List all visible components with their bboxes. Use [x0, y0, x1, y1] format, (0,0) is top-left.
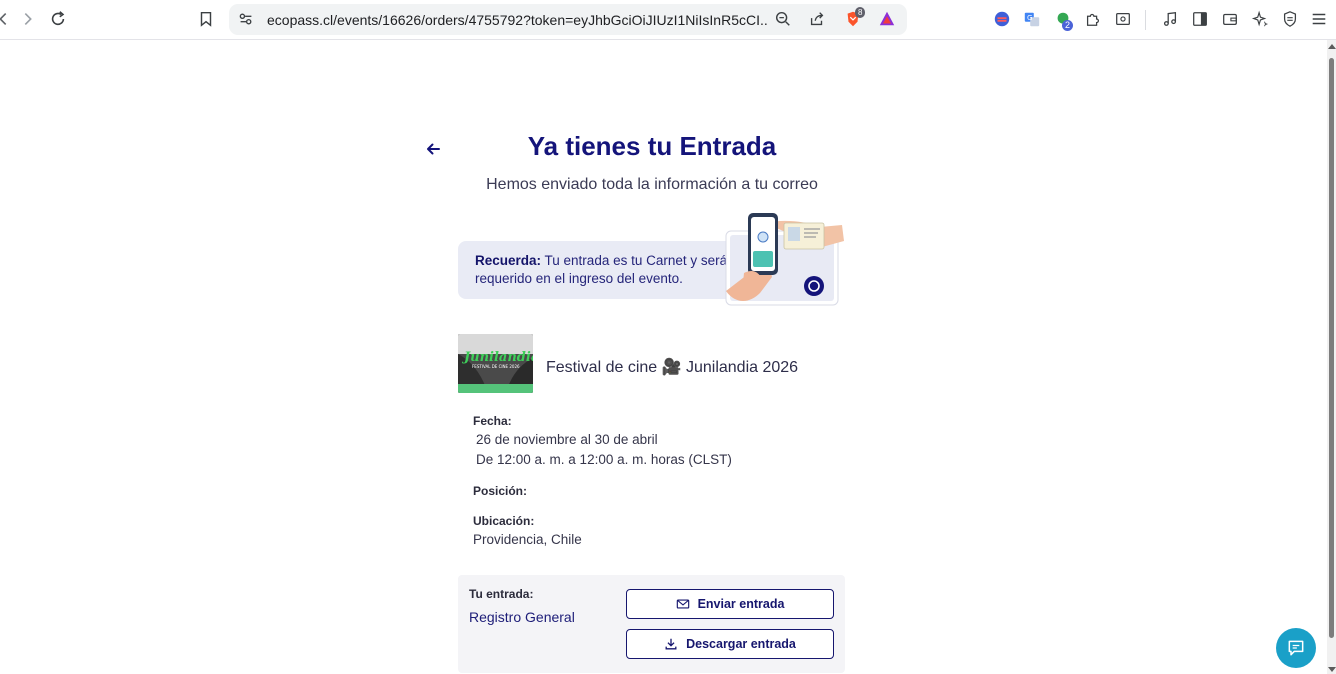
- page-subtitle: Hemos enviado toda la información a tu c…: [486, 176, 818, 193]
- brave-rewards-icon[interactable]: [876, 8, 898, 30]
- reload-icon[interactable]: [47, 8, 69, 30]
- event-thumb-title: Junilandia: [461, 350, 533, 365]
- download-icon: [665, 638, 677, 650]
- send-ticket-button[interactable]: Enviar entrada: [626, 589, 834, 619]
- mail-icon: [676, 599, 689, 609]
- extension-colorful-icon[interactable]: [991, 8, 1013, 30]
- ticket-label: Tu entrada:: [469, 587, 534, 601]
- extension-badge: 2: [1062, 20, 1074, 31]
- chat-button[interactable]: [1276, 628, 1316, 668]
- event-thumb-subtitle: FESTIVAL DE CINE 2026: [472, 364, 520, 369]
- ubicacion-label: Ubicación:: [473, 514, 535, 528]
- bookmark-icon[interactable]: [195, 8, 217, 30]
- scroll-up-arrow[interactable]: [1328, 44, 1336, 49]
- url-text[interactable]: ecopass.cl/events/16626/orders/4755792?t…: [267, 12, 767, 28]
- zoom-icon[interactable]: [772, 8, 794, 30]
- reminder-bold: Recuerda:: [475, 253, 542, 268]
- svg-text:G: G: [1027, 13, 1033, 22]
- event-thumbnail: Junilandia FESTIVAL DE CINE 2026: [458, 334, 533, 393]
- ubicacion-value: Providencia, Chile: [473, 532, 582, 547]
- ticket-panel: Tu entrada: Registro General Enviar entr…: [458, 575, 845, 673]
- fecha-dates: 26 de noviembre al 30 de abril: [476, 432, 658, 447]
- back-nav-icon[interactable]: [0, 8, 14, 30]
- send-ticket-label: Enviar entrada: [697, 597, 785, 611]
- scrollbar-thumb[interactable]: [1329, 58, 1334, 638]
- share-icon[interactable]: [806, 8, 828, 30]
- menu-hamburger-icon[interactable]: [1308, 8, 1330, 30]
- wallet-icon[interactable]: [1219, 8, 1241, 30]
- toolbar-divider: [1145, 10, 1146, 30]
- address-bar[interactable]: ecopass.cl/events/16626/orders/4755792?t…: [229, 4, 907, 35]
- reminder-text: Recuerda: Tu entrada es tu Carnet y será…: [475, 252, 735, 288]
- forward-nav-icon[interactable]: [17, 8, 39, 30]
- media-music-icon[interactable]: [1159, 8, 1181, 30]
- phone-ticket-illustration: [724, 213, 844, 307]
- site-settings-icon[interactable]: [235, 8, 257, 30]
- ticket-type: Registro General: [469, 609, 575, 625]
- page-scrollbar[interactable]: [1327, 40, 1336, 674]
- scroll-down-arrow[interactable]: [1328, 667, 1336, 672]
- reader-mode-icon[interactable]: [1112, 8, 1134, 30]
- page-title: Ya tienes tu Entrada: [527, 131, 777, 161]
- leo-ai-icon[interactable]: [1249, 8, 1271, 30]
- event-name: Festival de cine 🎥 Junilandia 2026: [546, 359, 799, 376]
- browser-toolbar: ecopass.cl/events/16626/orders/4755792?t…: [0, 0, 1336, 40]
- fecha-hours: De 12:00 a. m. a 12:00 a. m. horas (CLST…: [476, 452, 732, 467]
- sidebar-toggle-icon[interactable]: [1189, 8, 1211, 30]
- download-ticket-label: Descargar entrada: [686, 637, 796, 651]
- translate-icon[interactable]: G: [1021, 8, 1043, 30]
- back-arrow-icon[interactable]: [424, 140, 442, 158]
- download-ticket-button[interactable]: Descargar entrada: [626, 629, 834, 659]
- vpn-shield-icon[interactable]: [1279, 8, 1301, 30]
- posicion-label: Posición:: [473, 484, 528, 498]
- chat-icon: [1288, 640, 1304, 656]
- extensions-puzzle-icon[interactable]: [1082, 8, 1104, 30]
- fecha-label: Fecha:: [473, 414, 512, 428]
